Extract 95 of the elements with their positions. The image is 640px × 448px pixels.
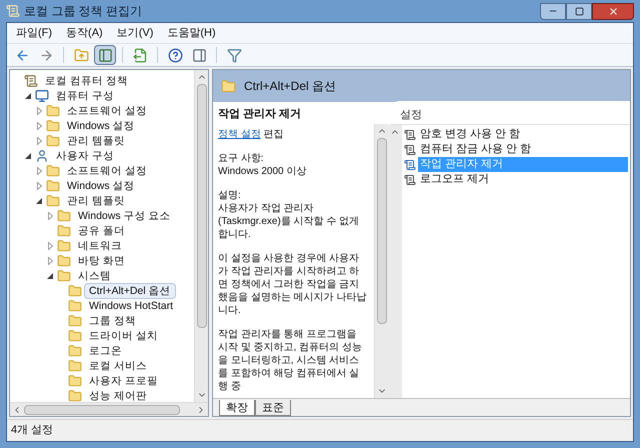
folder-icon (46, 134, 60, 148)
computer-icon (35, 88, 49, 102)
column-header[interactable]: 설정 (390, 107, 630, 125)
expanded-triangle-icon[interactable] (25, 92, 31, 98)
menu-item[interactable]: 도움말(H) (162, 24, 221, 42)
tree-item[interactable]: 네트워크 (73, 238, 127, 254)
tree-item[interactable]: 성능 제어판 (84, 388, 152, 402)
description-text: 이 설정을 사용한 경우에 사용자가 작업 관리자를 시작하려고 하면 정책에서 그러한 작업을 금지했음을 설명하는 메시지가 나타납니다. (218, 252, 368, 317)
collapsed-triangle-icon[interactable] (48, 212, 52, 220)
description-label: 설명: (218, 189, 242, 202)
menu-item[interactable]: 보기(V) (112, 24, 158, 42)
expanded-triangle-icon[interactable] (25, 152, 31, 158)
tree-item[interactable]: 컴퓨터 구성 (51, 88, 119, 104)
collapsed-triangle-icon[interactable] (36, 106, 42, 114)
help-icon (168, 48, 182, 62)
requirement-text: Windows 2000 이상 (218, 165, 308, 178)
tree-item[interactable]: 사용자 구성 (51, 148, 119, 164)
folder-icon (57, 254, 71, 268)
section-title: Ctrl+Alt+Del 옵션 (244, 78, 336, 95)
app-icon (6, 4, 20, 18)
folder-icon (57, 208, 71, 222)
folder-icon (57, 268, 71, 282)
folder-icon (57, 238, 71, 252)
tree-item[interactable]: 드라이버 설치 (84, 328, 163, 344)
tree-item[interactable]: 로컬 컴퓨터 정책 (40, 72, 133, 88)
tree-panel-button[interactable] (94, 45, 116, 65)
collapsed-triangle-icon[interactable] (36, 166, 42, 174)
menu-item[interactable]: 파일(F) (11, 24, 58, 42)
tree-item[interactable]: Windows HotStart (84, 298, 178, 314)
tree-item[interactable]: 관리 템플릿 (62, 192, 130, 208)
policy-title: 작업 관리자 제거 (217, 107, 302, 122)
description-text: 사용자가 작업 관리자(Taskmgr.exe)를 시작할 수 없게 합니다. (218, 202, 360, 241)
tree-item[interactable]: 사용자 프로필 (84, 372, 163, 388)
menu-item[interactable]: 동작(A) (61, 24, 108, 42)
policy-settings-link[interactable]: 정책 설정 (218, 129, 261, 140)
close-button[interactable] (592, 2, 634, 20)
vertical-scrollbar[interactable] (374, 124, 388, 398)
maximize-icon (574, 6, 584, 16)
forward-arrow-icon (38, 48, 54, 62)
close-icon (608, 6, 618, 16)
maximize-button[interactable] (566, 2, 592, 20)
setting-item[interactable]: 암호 변경 사용 안 함 (418, 127, 628, 142)
folder-icon (46, 104, 60, 118)
folder-icon (68, 388, 82, 402)
tree-item[interactable]: 로컬 서비스 (84, 358, 152, 374)
collapsed-triangle-icon[interactable] (36, 136, 42, 144)
folder-icon (221, 78, 236, 94)
edit-line: 정책 설정 편집 (218, 128, 285, 141)
tree-item[interactable]: 관리 템플릿 (62, 132, 130, 148)
filter-icon (226, 48, 242, 62)
collapsed-triangle-icon[interactable] (48, 242, 52, 250)
view-tab[interactable]: 확장 (219, 400, 255, 416)
tree-item[interactable]: Ctrl+Alt+Del 옵션 (84, 282, 176, 298)
folder-icon (46, 178, 60, 192)
folder-up-icon (74, 48, 88, 62)
tree-item[interactable]: Windows 설정 (62, 178, 140, 194)
collapsed-triangle-icon[interactable] (48, 256, 52, 264)
folder-icon (68, 374, 82, 388)
tree-panel-icon (98, 48, 112, 62)
tree-item[interactable]: Windows 구성 요소 (73, 208, 176, 224)
tree-item[interactable]: Windows 설정 (62, 118, 140, 134)
setting-item[interactable]: 컴퓨터 잠금 사용 안 함 (418, 142, 628, 157)
folder-icon (68, 328, 82, 342)
setting-item[interactable]: 로그오프 제거 (418, 172, 628, 187)
description-text: 작업 관리자를 통해 프로그램을 시작 및 중지하고, 컴퓨터의 성능을 모니터링하고, 시스템 서비스를 포함하여 해당 컴퓨터에서 실행 중 (218, 328, 363, 393)
tree-item[interactable]: 로그온 (84, 342, 127, 358)
window-title: 로컬 그룹 정책 편집기 (24, 3, 142, 20)
vertical-scrollbar[interactable] (194, 70, 208, 402)
folder-icon (46, 194, 60, 208)
folder-icon (57, 224, 71, 238)
panel-icon (192, 48, 206, 62)
scroll-icon (24, 74, 38, 88)
folder-icon (68, 314, 82, 328)
expanded-triangle-icon[interactable] (36, 198, 42, 204)
folder-icon (68, 298, 82, 312)
user-icon (35, 148, 49, 162)
tree-item[interactable]: 공유 폴더 (73, 222, 130, 238)
folder-icon (68, 358, 82, 372)
collapsed-triangle-icon[interactable] (36, 122, 42, 130)
requirement-label: 요구 사항: (218, 152, 265, 165)
tree-item[interactable]: 바탕 화면 (73, 252, 130, 268)
tree-item[interactable]: 그룹 정책 (84, 312, 141, 328)
expanded-triangle-icon[interactable] (47, 272, 53, 278)
horizontal-scrollbar[interactable] (10, 402, 208, 416)
folder-icon (46, 118, 60, 132)
export-icon (132, 48, 148, 62)
view-tab[interactable]: 표준 (255, 400, 291, 416)
tree-item[interactable]: 소프트웨어 설정 (62, 162, 152, 178)
status-text: 4개 설정 (11, 423, 54, 438)
tree-item[interactable]: 소프트웨어 설정 (62, 102, 152, 118)
folder-icon (68, 284, 82, 298)
collapsed-triangle-icon[interactable] (36, 182, 42, 190)
tree-item[interactable]: 시스템 (73, 268, 116, 284)
folder-icon (46, 164, 60, 178)
folder-icon (68, 344, 82, 358)
